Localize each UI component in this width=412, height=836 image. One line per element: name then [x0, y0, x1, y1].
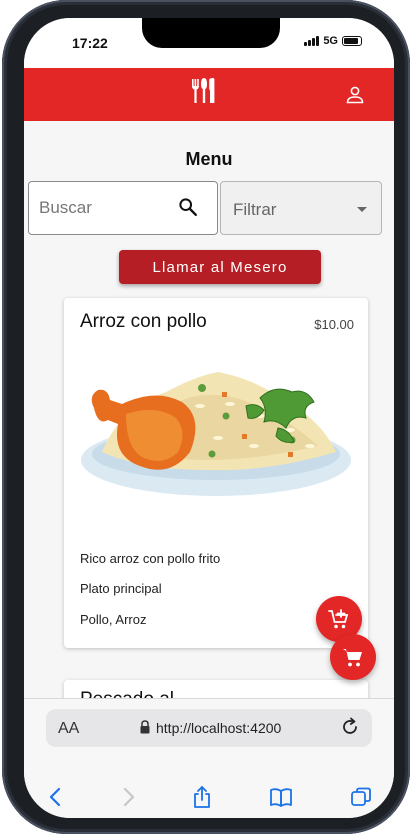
menu-item-category: Plato principal — [80, 581, 162, 596]
status-time: 17:22 — [72, 35, 108, 51]
tabs-icon[interactable] — [349, 785, 373, 809]
dish-image — [81, 372, 351, 496]
menu-item-price: $10.00 — [314, 317, 354, 332]
user-icon[interactable] — [345, 85, 365, 105]
text-size-button[interactable]: AA — [58, 720, 79, 738]
battery-icon — [342, 36, 362, 46]
search-input[interactable] — [39, 198, 169, 218]
filter-label: Filtrar — [233, 200, 277, 219]
signal-icon — [304, 36, 320, 46]
utensils-icon — [192, 78, 215, 103]
screen: 17:22 5G Menu Buscar Filtrar Llamar al M… — [24, 18, 394, 818]
browser-bar: AA http://localhost:4200 — [24, 698, 394, 818]
address-bar[interactable]: AA http://localhost:4200 — [46, 709, 372, 747]
search-field[interactable] — [28, 181, 218, 235]
app-bar — [24, 68, 394, 121]
network-label: 5G — [323, 35, 338, 47]
filter-select[interactable]: Filtrar — [220, 181, 382, 235]
call-waiter-button[interactable]: Llamar al Mesero — [119, 250, 321, 284]
menu-item-card: Arroz con pollo $10.00 Rico arroz con po… — [64, 298, 368, 648]
url-text: http://localhost:4200 — [156, 720, 282, 736]
shopping-cart-icon — [343, 649, 362, 667]
search-icon[interactable] — [177, 196, 199, 218]
forward-icon[interactable] — [116, 785, 140, 809]
status-bar: 17:22 5G — [24, 18, 394, 68]
lock-icon — [140, 720, 150, 734]
share-icon[interactable] — [190, 785, 214, 809]
status-indicators: 5G — [304, 35, 362, 47]
add-shopping-cart-icon — [328, 609, 349, 629]
phone-frame: 17:22 5G Menu Buscar Filtrar Llamar al M… — [2, 0, 410, 834]
reload-icon[interactable] — [340, 717, 360, 737]
bookmarks-icon[interactable] — [269, 785, 293, 809]
menu-item-ingredients: Pollo, Arroz — [80, 612, 147, 627]
notch — [142, 18, 280, 48]
cart-button[interactable] — [330, 634, 376, 680]
menu-item-name: Arroz con pollo — [80, 311, 207, 332]
page-title: Menu — [185, 149, 233, 169]
chevron-down-icon — [357, 207, 367, 212]
back-icon[interactable] — [44, 785, 68, 809]
menu-item-description: Rico arroz con pollo frito — [80, 551, 221, 566]
